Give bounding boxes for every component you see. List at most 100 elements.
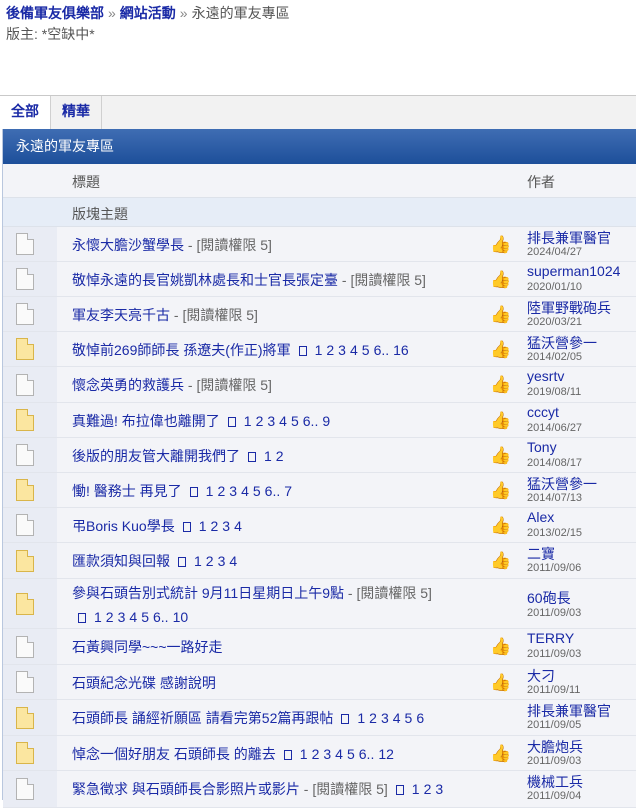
topic-link[interactable]: 石頭師長 誦經祈願區 請看完第52篇再跟帖: [72, 710, 333, 726]
page-link[interactable]: 1: [264, 448, 272, 464]
author-link[interactable]: yesrtv: [527, 368, 564, 384]
page-link[interactable]: 10: [173, 609, 189, 625]
tab-all[interactable]: 全部: [0, 96, 51, 130]
author-link[interactable]: cccyt: [527, 404, 559, 420]
topic-link[interactable]: 慟! 醫務士 再見了: [72, 483, 182, 499]
page-link[interactable]: 5: [141, 609, 149, 625]
page-link[interactable]: 2: [276, 448, 284, 464]
topic-link[interactable]: 參與石頭告別式統計 9月11日星期日上午9點: [72, 585, 344, 601]
page-link[interactable]: 2: [369, 710, 377, 726]
page-link[interactable]: 6..: [153, 609, 169, 625]
page-link[interactable]: 3: [229, 483, 237, 499]
topic-link[interactable]: 石黃興同學~~~一路好走: [72, 639, 223, 655]
page-link[interactable]: 3: [222, 518, 230, 534]
page-link[interactable]: 3: [323, 746, 331, 762]
breadcrumb-separator: »: [179, 5, 188, 21]
page-link[interactable]: 6..: [303, 413, 319, 429]
page-link[interactable]: 12: [378, 746, 394, 762]
page-link[interactable]: 1: [94, 609, 102, 625]
page-link[interactable]: 2: [312, 746, 320, 762]
page-link[interactable]: 2: [256, 413, 264, 429]
author-link[interactable]: 排長兼軍醫官: [527, 701, 611, 721]
author-link[interactable]: 大刁: [527, 666, 555, 686]
page-link[interactable]: 3: [435, 781, 443, 797]
topic-link[interactable]: 永懷大膽沙蟹學長: [72, 237, 184, 253]
read-permission: - [閱讀權限 5]: [299, 781, 388, 797]
page-link[interactable]: 4: [229, 553, 237, 569]
author-link[interactable]: Alex: [527, 509, 554, 525]
topic-title-cell: 石頭紀念光碟 感謝說明: [72, 673, 216, 693]
page-link[interactable]: 1: [315, 342, 323, 358]
page-link[interactable]: 6: [416, 710, 424, 726]
page-link[interactable]: 5: [291, 413, 299, 429]
page-link[interactable]: 3: [381, 710, 389, 726]
author-link[interactable]: superman1024: [527, 263, 620, 279]
topic-link[interactable]: 敬悼永遠的長官姚凱林處長和士官長張定臺: [72, 272, 338, 288]
page-link[interactable]: 5: [405, 710, 413, 726]
page-link[interactable]: 3: [267, 413, 275, 429]
topic-link[interactable]: 敬悼前269師師長 孫遼夫(作正)將軍: [72, 342, 291, 358]
topic-link[interactable]: 真難過! 布拉偉也離開了: [72, 413, 220, 429]
page-link[interactable]: 1: [412, 781, 420, 797]
page-link[interactable]: 16: [393, 342, 409, 358]
tab-digest[interactable]: 精華: [51, 96, 102, 129]
page-link[interactable]: 4: [241, 483, 249, 499]
author-link[interactable]: 二寶: [527, 544, 555, 564]
page-link[interactable]: 1: [357, 710, 365, 726]
page-link[interactable]: 2: [106, 609, 114, 625]
topic-link[interactable]: 緊急徵求 與石頭師長合影照片或影片: [72, 781, 300, 797]
page-link[interactable]: 5: [362, 342, 370, 358]
page-link[interactable]: 2: [424, 781, 432, 797]
page-link[interactable]: 2: [211, 518, 219, 534]
page-link[interactable]: 4: [129, 609, 137, 625]
author-link[interactable]: TERRY: [527, 630, 574, 646]
page-link[interactable]: 2: [217, 483, 225, 499]
page-link[interactable]: 1: [300, 746, 308, 762]
page-link[interactable]: 6..: [374, 342, 390, 358]
page-link[interactable]: 1: [206, 483, 214, 499]
page-link[interactable]: 4: [279, 413, 287, 429]
author-link[interactable]: 陸軍野戰砲兵: [527, 298, 611, 318]
page-link[interactable]: 5: [253, 483, 261, 499]
page-link[interactable]: 4: [350, 342, 358, 358]
page-link[interactable]: 4: [234, 518, 242, 534]
page-link[interactable]: 4: [335, 746, 343, 762]
page-link[interactable]: 6..: [359, 746, 375, 762]
topic-icon-cell: [3, 508, 57, 542]
topic-title-cell: 弔Boris Kuo學長 1 2 3 4: [72, 516, 242, 536]
page-link[interactable]: 1: [244, 413, 252, 429]
author-link[interactable]: 猛沃營參一: [527, 333, 597, 353]
page-link[interactable]: 5: [347, 746, 355, 762]
page-link[interactable]: 3: [338, 342, 346, 358]
page-link[interactable]: 4: [393, 710, 401, 726]
topic-icon-cell: [3, 332, 57, 366]
topic-link[interactable]: 弔Boris Kuo學長: [72, 518, 175, 534]
topic-link[interactable]: 軍友李天亮千古: [72, 307, 170, 323]
author-link[interactable]: 大膽炮兵: [527, 737, 583, 757]
author-link[interactable]: 猛沃營參一: [527, 474, 597, 494]
topic-row: 敬悼前269師師長 孫遼夫(作正)將軍 1 2 3 4 5 6.. 16 👍 猛沃營參一 2014/…: [3, 332, 636, 367]
page-link[interactable]: 2: [206, 553, 214, 569]
page-link[interactable]: 7: [284, 483, 292, 499]
breadcrumb-section-link[interactable]: 網站活動: [120, 5, 176, 21]
author-link[interactable]: Tony: [527, 439, 557, 455]
page-link[interactable]: 1: [199, 518, 207, 534]
page-link[interactable]: 6..: [265, 483, 281, 499]
topic-title-cell: 匯款須知與回報 1 2 3 4: [72, 551, 237, 571]
breadcrumb-home-link[interactable]: 後備軍友俱樂部: [6, 5, 104, 21]
topic-link[interactable]: 悼念一個好朋友 石頭師長 的離去: [72, 746, 276, 762]
topic-link[interactable]: 後版的朋友管大離開我們了: [72, 448, 240, 464]
thumbs-up-icon: 👍: [490, 516, 512, 535]
topic-link[interactable]: 匯款須知與回報: [72, 553, 170, 569]
page-link[interactable]: 1: [194, 553, 202, 569]
author-link[interactable]: 排長兼軍醫官: [527, 228, 611, 248]
topic-link[interactable]: 石頭紀念光碟 感謝說明: [72, 675, 216, 691]
topic-link[interactable]: 懷念英勇的救護兵: [72, 377, 184, 393]
page-link[interactable]: 3: [218, 553, 226, 569]
page-link[interactable]: 2: [326, 342, 334, 358]
page-link[interactable]: 3: [118, 609, 126, 625]
author-link[interactable]: 60砲長: [527, 588, 571, 608]
page-link[interactable]: 9: [322, 413, 330, 429]
document-icon: [16, 303, 34, 325]
author-link[interactable]: 機械工兵: [527, 772, 583, 792]
